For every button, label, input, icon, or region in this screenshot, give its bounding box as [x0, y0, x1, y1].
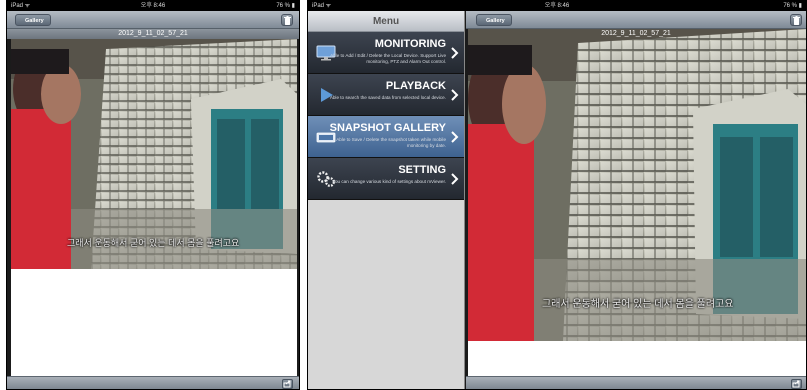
trash-icon — [284, 16, 291, 25]
snapshot-photo — [11, 39, 297, 269]
share-button[interactable] — [282, 379, 293, 389]
menu-header: Menu — [308, 11, 464, 32]
trash-icon — [793, 16, 800, 25]
menu-item-title: PLAYBACK — [385, 80, 446, 92]
chevron-right-icon — [451, 131, 459, 143]
menu-item-setting[interactable]: SETTING You can change various kind of s… — [308, 158, 464, 200]
menu-item-playback[interactable]: PLAYBACK Able to search the saved data f… — [308, 74, 464, 116]
menu-item-description: Able to Save / Delete the snapshot taken… — [336, 137, 446, 148]
clock-label: 오후 8:46 — [140, 3, 166, 9]
share-icon — [283, 380, 291, 388]
empty-content-area — [468, 341, 806, 376]
delete-button[interactable] — [790, 14, 802, 26]
bottom-toolbar — [466, 376, 806, 389]
left-ipad-screen: iPad ᯤ 오후 8:46 76 % ▮ Gallery 2012_9_11_… — [6, 0, 300, 390]
video-subtitle: 그래서 운동해서 굳어 있는 데서 몸을 풀려고요 — [542, 299, 734, 310]
right-ipad-screen: iPad ᯤ 오후 8:46 76 % ▮ Menu MONITORING Ab… — [307, 0, 807, 390]
snapshot-title: 2012_9_11_02_57_21 — [601, 30, 671, 37]
menu-item-title: SETTING — [398, 164, 446, 176]
snapshot-image[interactable]: 그래서 운동해서 굳어 있는 데서 몸을 풀려고요 — [468, 29, 806, 341]
gallery-back-button[interactable]: Gallery — [15, 14, 51, 26]
menu-item-monitoring[interactable]: MONITORING Able to Add / Edit / Delete t… — [308, 32, 464, 74]
status-bar: iPad ᯤ 오후 8:46 76 % ▮ — [308, 1, 806, 11]
menu-item-description: Able to Add / Edit / Delete the Local De… — [330, 53, 446, 64]
bottom-toolbar — [7, 376, 299, 389]
share-button[interactable] — [791, 379, 802, 389]
snapshot-title: 2012_9_11_02_57_21 — [7, 29, 299, 39]
menu-item-title: MONITORING — [374, 38, 446, 50]
delete-button[interactable] — [281, 14, 293, 26]
battery-label: 76 % ▮ — [783, 3, 802, 9]
battery-label: 76 % ▮ — [276, 3, 295, 9]
clock-label: 오후 8:46 — [544, 3, 570, 9]
status-bar: iPad ᯤ 오후 8:46 76 % ▮ — [7, 1, 299, 11]
empty-content-area — [11, 269, 297, 376]
menu-item-title: SNAPSHOT GALLERY — [329, 122, 446, 134]
menu-panel: Menu MONITORING Able to Add / Edit / Del… — [308, 11, 465, 389]
menu-item-description: You can change various kind of settings … — [332, 179, 446, 184]
nav-bar: Gallery — [7, 11, 299, 29]
menu-item-description: Able to search the saved data from selec… — [329, 95, 446, 100]
nav-bar: Gallery — [466, 11, 806, 29]
chevron-right-icon — [451, 173, 459, 185]
snapshot-image[interactable]: 그래서 운동해서 굳어 있는 데서 몸을 풀려고요 — [11, 39, 297, 269]
video-subtitle: 그래서 운동해서 굳어 있는 데서 몸을 풀려고요 — [67, 238, 240, 248]
gallery-back-button[interactable]: Gallery — [476, 14, 512, 26]
chevron-right-icon — [451, 89, 459, 101]
chevron-right-icon — [451, 47, 459, 59]
menu-item-snapshot-gallery[interactable]: SNAPSHOT GALLERY Able to Save / Delete t… — [308, 116, 464, 158]
share-icon — [792, 380, 800, 388]
